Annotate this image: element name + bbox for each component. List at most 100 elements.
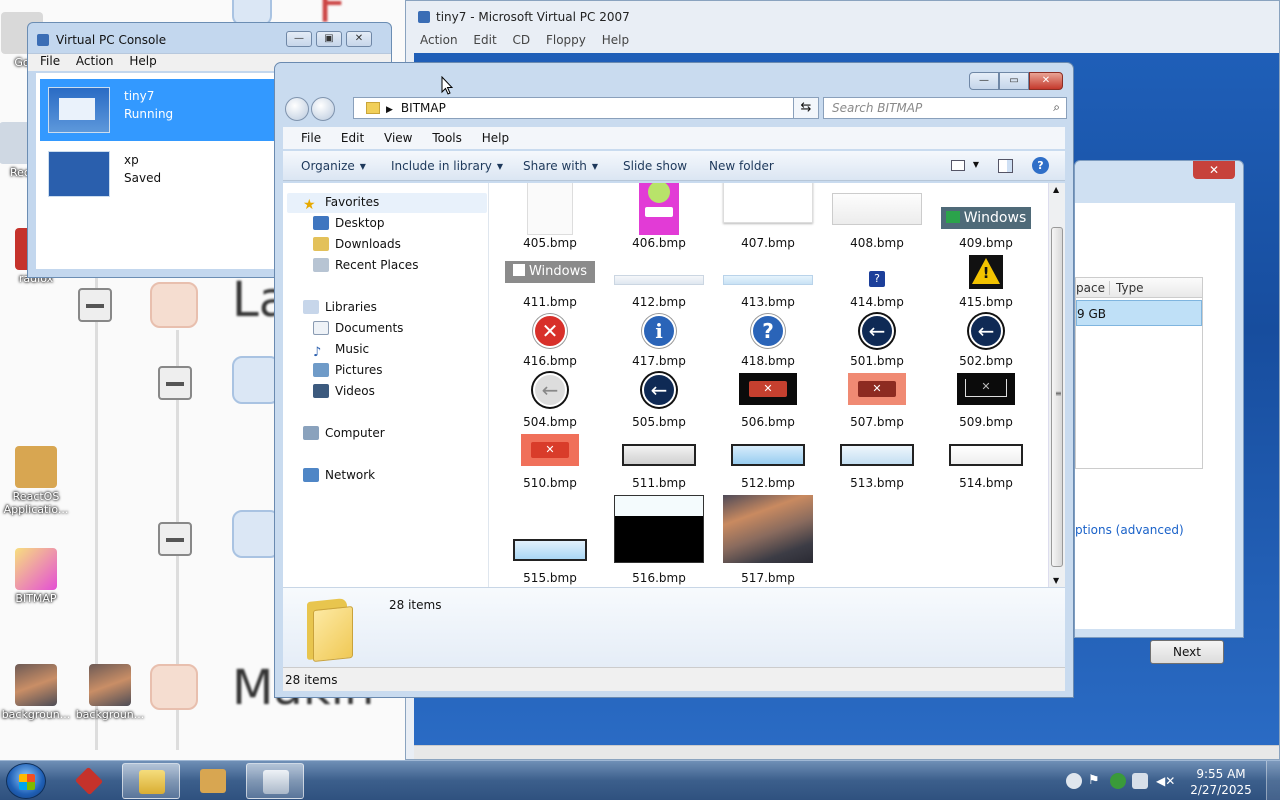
close-button[interactable]: ✕ xyxy=(1029,72,1063,90)
menu-action[interactable]: Action xyxy=(76,54,114,68)
back-button[interactable] xyxy=(285,97,309,121)
search-input[interactable]: Search BITMAP ⌕ xyxy=(823,97,1067,119)
nav-music[interactable]: ♪ Music xyxy=(313,342,369,360)
file-name: 514.bmp xyxy=(959,476,1013,490)
scroll-up-icon[interactable]: ▲ xyxy=(1053,185,1059,194)
nav-downloads[interactable]: Downloads xyxy=(313,237,401,255)
drive-options-link[interactable]: ptions (advanced) xyxy=(1075,523,1184,537)
desktop-icon-background-1[interactable]: backgroun... xyxy=(0,664,72,721)
column-header-type[interactable]: Type xyxy=(1110,281,1144,295)
close-button[interactable]: ✕ xyxy=(346,31,372,47)
nav-documents[interactable]: Documents xyxy=(313,321,403,339)
menu-cd[interactable]: CD xyxy=(513,33,531,47)
address-bar[interactable]: ▶BITMAP ▼ xyxy=(353,97,819,119)
help-icon[interactable]: ? xyxy=(1032,157,1049,174)
table-row[interactable]: 9 GB xyxy=(1076,300,1202,326)
file-item[interactable]: 515.bmp xyxy=(500,183,600,587)
maximize-button[interactable]: ▣ xyxy=(316,31,342,47)
chevron-down-icon[interactable]: ▼ xyxy=(973,160,979,169)
scroll-down-icon[interactable]: ▼ xyxy=(1053,576,1059,585)
network-icon xyxy=(303,468,319,482)
nav-label: Computer xyxy=(325,426,385,440)
file-name: 513.bmp xyxy=(850,476,904,490)
nav-favorites[interactable]: ★ Favorites xyxy=(303,195,379,213)
window-titlebar[interactable]: tiny7 - Microsoft Virtual PC 2007 xyxy=(406,1,1279,33)
vm-status: Saved xyxy=(124,171,162,185)
file-item[interactable]: 517.bmp xyxy=(718,183,818,587)
desktop-icon-reactos[interactable]: ReactOS Applicatio... xyxy=(0,446,72,516)
flag-icon[interactable]: ⚑ xyxy=(1088,773,1104,789)
menu-edit[interactable]: Edit xyxy=(473,33,496,47)
share-with-button[interactable]: Share with ▼ xyxy=(523,159,598,173)
menu-file[interactable]: File xyxy=(301,131,321,145)
new-folder-button[interactable]: New folder xyxy=(709,159,774,173)
minimize-button[interactable]: — xyxy=(969,72,999,90)
minimize-button[interactable]: — xyxy=(286,31,312,47)
organize-button[interactable]: Organize ▼ xyxy=(301,159,366,173)
breadcrumb-folder[interactable]: BITMAP xyxy=(401,101,446,115)
desktop-icon-background-2[interactable]: backgroun... xyxy=(74,664,146,721)
volume-muted-icon[interactable]: ◀✕ xyxy=(1156,773,1175,789)
nav-pictures[interactable]: Pictures xyxy=(313,363,383,381)
nav-computer[interactable]: Computer xyxy=(303,426,385,444)
taskbar-radiox[interactable] xyxy=(60,763,118,799)
nav-libraries[interactable]: Libraries xyxy=(303,300,377,318)
menu-floppy[interactable]: Floppy xyxy=(546,33,586,47)
search-icon[interactable]: ⌕ xyxy=(1053,100,1060,115)
file-item[interactable]: 514.bmp xyxy=(936,183,1036,492)
nav-label: Downloads xyxy=(335,237,401,251)
menu-help[interactable]: Help xyxy=(602,33,629,47)
vm-name: xp xyxy=(124,153,139,167)
partition-table[interactable]: pace Type 9 GB xyxy=(1075,277,1203,469)
nav-desktop[interactable]: Desktop xyxy=(313,216,385,234)
window-title: Virtual PC Console xyxy=(56,33,167,47)
change-view-icon[interactable] xyxy=(951,160,965,171)
taskbar-virtual-pc[interactable] xyxy=(246,763,304,799)
refresh-button[interactable]: ⇆ xyxy=(793,97,819,119)
file-list: 405.bmp 406.bmp 407.bmp 408.bmp Windows 409.b… xyxy=(490,183,1047,587)
menu-tools[interactable]: Tools xyxy=(432,131,462,145)
preview-pane-icon[interactable] xyxy=(998,159,1013,173)
breadcrumb-arrow-icon[interactable]: ▶ xyxy=(386,105,393,115)
bg-shape xyxy=(158,366,192,400)
menu-action[interactable]: Action xyxy=(420,33,458,47)
column-header-space[interactable]: pace xyxy=(1076,281,1110,295)
include-in-library-button[interactable]: Include in library ▼ xyxy=(391,159,503,173)
explorer-window[interactable]: — ▭ ✕ ▶ BITMAP ▼ ⇆ Search BITMAP ⌕ File E… xyxy=(274,62,1074,698)
menu-file[interactable]: File xyxy=(40,54,60,68)
clock[interactable]: 9:55 AM 2/27/2025 xyxy=(1188,766,1254,798)
vm-thumbnail xyxy=(48,87,110,133)
next-button[interactable]: Next xyxy=(1150,640,1224,664)
nav-recent-places[interactable]: Recent Places xyxy=(313,258,418,276)
content-area: ★ Favorites Desktop Downloads Recent Plac… xyxy=(283,183,1065,587)
nav-videos[interactable]: Videos xyxy=(313,384,375,402)
desktop-icon xyxy=(313,216,329,230)
shield-check-icon[interactable] xyxy=(1110,773,1126,789)
radiox-icon xyxy=(74,766,104,796)
show-desktop-button[interactable] xyxy=(1266,761,1280,800)
maximize-button[interactable]: ▭ xyxy=(999,72,1029,90)
slide-show-button[interactable]: Slide show xyxy=(623,159,687,173)
nav-label: Recent Places xyxy=(335,258,419,272)
menu-help[interactable]: Help xyxy=(129,54,156,68)
menu-edit[interactable]: Edit xyxy=(341,131,364,145)
taskbar-explorer[interactable] xyxy=(122,763,180,799)
nav-network[interactable]: Network xyxy=(303,468,375,486)
close-button[interactable]: ✕ xyxy=(1193,161,1235,179)
horizontal-scrollbar[interactable] xyxy=(414,745,1279,759)
bg-shape xyxy=(158,522,192,556)
desktop-icon-bitmap[interactable]: BITMAP xyxy=(0,548,72,605)
forward-button[interactable] xyxy=(311,97,335,121)
menu-view[interactable]: View xyxy=(384,131,412,145)
file-item[interactable]: 516.bmp xyxy=(609,183,709,587)
file-item[interactable]: 513.bmp xyxy=(827,183,927,492)
menu-help[interactable]: Help xyxy=(482,131,509,145)
installer-dialog[interactable]: ✕ pace Type 9 GB ptions (advanced) Next xyxy=(1074,160,1244,664)
desktop-icon-label: backgroun... xyxy=(75,708,145,721)
start-button[interactable] xyxy=(6,763,46,799)
network-icon[interactable] xyxy=(1132,773,1148,789)
vertical-scrollbar[interactable]: ▲ ≡ ▼ xyxy=(1048,183,1065,587)
box-icon xyxy=(15,446,57,488)
tray-app-icon[interactable] xyxy=(1066,773,1082,789)
taskbar-reactos[interactable] xyxy=(184,763,242,799)
